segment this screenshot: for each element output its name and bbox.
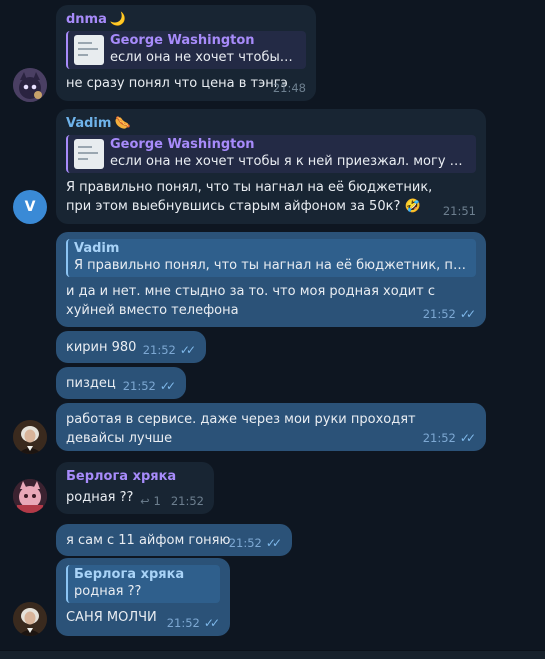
message-text: работая в сервисе. даже через мои руки п… <box>66 412 416 446</box>
read-checkmark-icon: ✓✓ <box>159 379 176 393</box>
read-checkmark-icon: ✓✓ <box>179 343 196 357</box>
message-time: 21:52 ✓✓ <box>423 431 476 445</box>
avatar-letter: V <box>24 199 36 215</box>
reply-thumbnail-icon <box>74 138 104 169</box>
message-text: и да и нет. мне стыдно за то. что моя ро… <box>66 284 435 318</box>
cat-avatar-icon <box>13 68 47 102</box>
reply-sender: Vadim <box>74 241 120 256</box>
reply-sender: George Washington <box>110 137 255 152</box>
sender-name[interactable]: dnma 🌙 <box>66 12 306 28</box>
reply-text: если она не хочет чтобы я к... <box>110 50 294 65</box>
moon-emoji-icon: 🌙 <box>109 12 127 27</box>
avatar-george-washington[interactable] <box>13 602 47 636</box>
reply-count: 1 <box>153 494 161 508</box>
reply-quote[interactable]: George Washington если она не хочет чтоб… <box>66 31 306 69</box>
reply-quote[interactable]: George Washington если она не хочет чтоб… <box>66 135 476 173</box>
avatar-vadim[interactable]: V <box>13 190 47 224</box>
avatar-george-washington[interactable] <box>13 420 47 454</box>
message-text: Я правильно понял, что ты нагнал на её б… <box>66 180 433 214</box>
reply-text: если она не хочет чтобы я к ней приезжал… <box>110 154 468 169</box>
read-checkmark-icon: ✓✓ <box>265 536 282 550</box>
reply-sender: Берлога хряка <box>74 567 185 582</box>
reply-quote[interactable]: Берлога хряка родная ?? <box>66 565 220 603</box>
hotdog-emoji-icon: 🌭 <box>114 116 131 131</box>
message-time: 21:52 ✓✓ <box>423 307 476 321</box>
read-checkmark-icon: ✓✓ <box>203 616 220 630</box>
message-bubble[interactable]: кирин 980 21:52 ✓✓ <box>56 331 206 363</box>
message-bubble[interactable]: работая в сервисе. даже через мои руки п… <box>56 403 486 451</box>
message-time: 21:52 ✓✓ <box>229 536 282 550</box>
reply-text: Я правильно понял, что ты нагнал на её б… <box>74 258 466 273</box>
message-time: 21:52 ✓✓ <box>167 616 220 630</box>
message-time: ↩ 1 21:52 <box>140 494 204 508</box>
message-time: 21:52 ✓✓ <box>143 343 196 357</box>
message-text: не сразу понял что цена в тэнгэ <box>66 76 288 91</box>
sender-name[interactable]: Vadim 🌭 <box>66 116 476 132</box>
sender-name[interactable]: Берлога хряка <box>66 469 204 485</box>
avatar-berloga-hryaka[interactable] <box>13 479 47 513</box>
reply-thumbnail-icon <box>74 34 104 65</box>
reply-quote[interactable]: Vadim Я правильно понял, что ты нагнал н… <box>66 239 476 277</box>
reply-arrow-icon[interactable]: ↩ <box>140 495 149 508</box>
composer-bar[interactable] <box>0 650 545 659</box>
message-bubble[interactable]: dnma 🌙 George Washington если она не хоч… <box>56 5 316 101</box>
message-bubble[interactable]: Vadim Я правильно понял, что ты нагнал н… <box>56 232 486 327</box>
chat-message-list[interactable]: dnma 🌙 George Washington если она не хоч… <box>0 0 545 659</box>
read-checkmark-icon: ✓✓ <box>459 307 476 321</box>
message-bubble[interactable]: Берлога хряка родная ?? САНЯ МОЛЧИ 21:52… <box>56 558 230 636</box>
portrait-avatar-icon <box>13 420 47 454</box>
message-bubble[interactable]: пиздец 21:52 ✓✓ <box>56 367 186 399</box>
message-bubble[interactable]: Vadim 🌭 George Washington если она не хо… <box>56 109 486 224</box>
message-bubble[interactable]: Берлога хряка родная ?? ↩ 1 21:52 <box>56 462 214 514</box>
avatar-dnma[interactable] <box>13 68 47 102</box>
message-time: 21:52 ✓✓ <box>123 379 176 393</box>
character-avatar-icon <box>13 479 47 513</box>
reply-text: родная ?? <box>74 584 142 599</box>
portrait-avatar-icon <box>13 602 47 636</box>
message-bubble[interactable]: я сам с 11 айфом гоняю 21:52 ✓✓ <box>56 524 292 556</box>
message-time: 21:51 <box>442 204 476 218</box>
message-time: 21:48 <box>272 81 306 95</box>
read-checkmark-icon: ✓✓ <box>459 431 476 445</box>
reply-sender: George Washington <box>110 33 255 48</box>
